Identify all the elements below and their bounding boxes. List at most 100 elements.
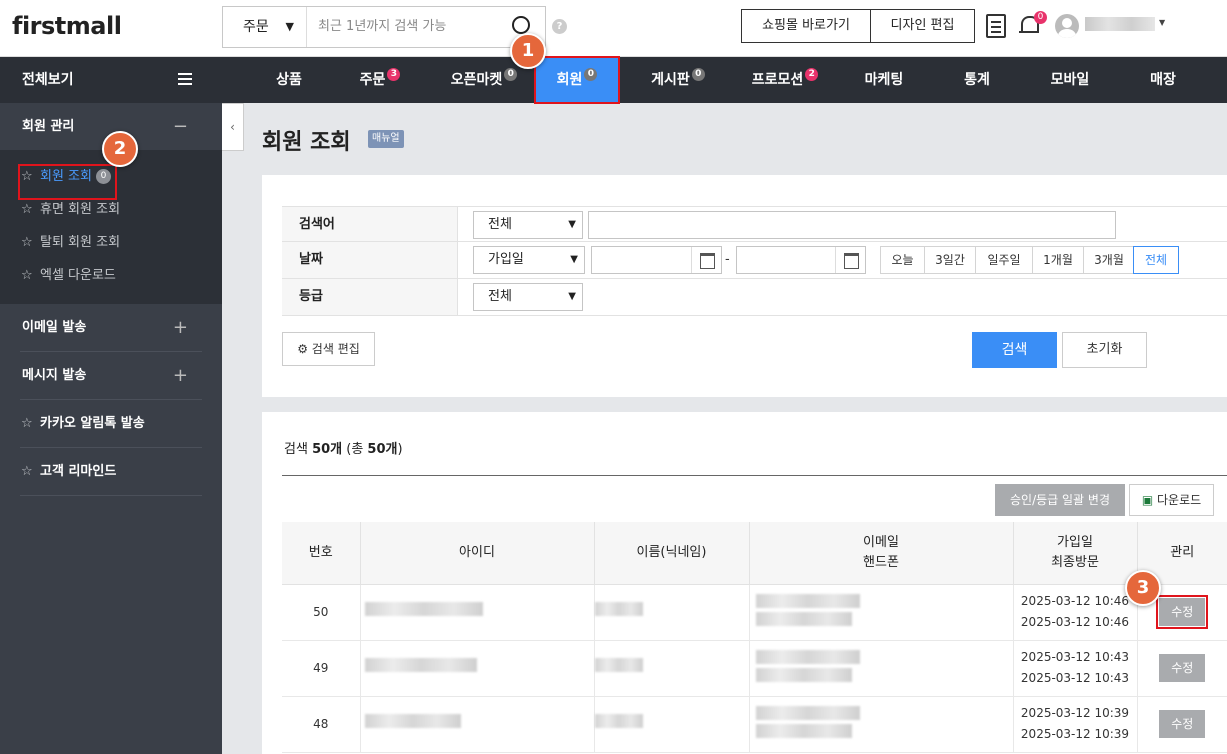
search-input[interactable]: 최근 1년까지 검색 가능 <box>318 7 446 47</box>
divider <box>282 475 1227 476</box>
date-start-input[interactable] <box>591 246 722 274</box>
cell-name <box>593 584 749 641</box>
nav-item-product[interactable]: 상품 <box>252 57 326 103</box>
nav-item-board[interactable]: 게시판 0 <box>638 57 718 103</box>
download-button[interactable]: ▣ 다운로드 <box>1129 484 1214 516</box>
all-view-button[interactable]: 전체보기 <box>0 57 222 103</box>
range-3days[interactable]: 3일간 <box>924 246 976 274</box>
filter-row-grade: 등급 전체 ▼ <box>282 279 1227 316</box>
member-table: 번호 아이디 이름(닉네임) 이메일 핸드폰 가입일 최종방문 관리 50 2025… <box>282 522 1227 753</box>
document-icon[interactable] <box>986 14 1006 38</box>
nav-badge: 2 <box>805 68 819 81</box>
avatar[interactable] <box>1055 14 1079 38</box>
keyword-input[interactable] <box>588 211 1116 239</box>
star-icon[interactable]: ☆ <box>21 448 33 495</box>
search-button[interactable]: 검색 <box>972 332 1057 368</box>
range-3months[interactable]: 3개월 <box>1083 246 1135 274</box>
main-nav: 전체보기 상품 주문 3 오픈마켓 0 회원 0 게시판 0 프로모션 2 마케팅 통계 … <box>0 56 1227 104</box>
blurred-text <box>364 713 461 728</box>
table-row: 50 2025-03-12 10:46 2025-03-12 10:46 수정 <box>282 584 1227 641</box>
filter-row-date: 날짜 가입일 ▼ - 오늘 3일간 일주일 1개월 3개월 전체 <box>282 242 1227 279</box>
star-icon[interactable]: ☆ <box>21 226 33 259</box>
nav-badge: 0 <box>504 68 518 81</box>
logo[interactable]: firstmall <box>12 12 122 40</box>
reset-button[interactable]: 초기화 <box>1062 332 1147 368</box>
excel-icon: ▣ <box>1141 493 1157 507</box>
username-blurred[interactable] <box>1085 17 1155 31</box>
edit-button[interactable]: 수정 <box>1156 595 1209 629</box>
filter-label: 검색어 <box>282 207 458 241</box>
chevron-down-icon: ▼ <box>568 291 576 302</box>
chevron-down-icon[interactable]: ▼ <box>1159 18 1165 27</box>
help-icon[interactable]: ? <box>552 19 567 34</box>
page-title: 회원 조회 <box>262 130 351 155</box>
grade-select[interactable]: 전체 ▼ <box>473 283 583 311</box>
keyword-scope-select[interactable]: 전체 ▼ <box>473 211 583 239</box>
cell-id <box>359 696 594 753</box>
sidebar-group-email[interactable]: 이메일 발송 + <box>0 304 222 351</box>
cell-no: 48 <box>282 696 360 753</box>
date-end-input[interactable] <box>736 246 866 274</box>
edit-button[interactable]: 수정 <box>1159 710 1206 738</box>
blurred-text <box>755 724 852 738</box>
manual-badge[interactable]: 매뉴얼 <box>368 130 404 148</box>
calendar-icon[interactable] <box>691 247 721 273</box>
sidebar-collapse-button[interactable]: ‹ <box>222 103 244 151</box>
top-bar: firstmall 주문 ▼ 최근 1년까지 검색 가능 ? 쇼핑몰 바로가기 디… <box>0 0 1227 57</box>
cell-email-phone <box>748 584 1013 641</box>
plus-icon[interactable]: + <box>173 304 188 351</box>
col-joined-visit: 가입일 최종방문 <box>1012 522 1137 585</box>
cell-email-phone <box>748 696 1013 753</box>
cell-dates: 2025-03-12 10:43 2025-03-12 10:43 <box>1012 640 1137 697</box>
step-marker-2: 2 <box>102 131 138 167</box>
range-all[interactable]: 전체 <box>1133 246 1179 274</box>
date-type-select[interactable]: 가입일 ▼ <box>473 246 585 274</box>
search-icon[interactable] <box>512 16 530 34</box>
col-name: 이름(닉네임) <box>593 522 749 585</box>
blurred-text <box>594 601 643 616</box>
cell-dates: 2025-03-12 10:39 2025-03-12 10:39 <box>1012 696 1137 753</box>
range-today[interactable]: 오늘 <box>880 246 925 274</box>
sidebar-item-excel[interactable]: ☆ 엑셀 다운로드 <box>0 259 222 292</box>
star-icon[interactable]: ☆ <box>21 259 33 292</box>
gear-icon: ⚙ <box>297 342 312 356</box>
range-week[interactable]: 일주일 <box>975 246 1033 274</box>
sidebar-item-withdrawn[interactable]: ☆ 탈퇴 회원 조회 <box>0 226 222 259</box>
nav-item-stats[interactable]: 통계 <box>942 57 1012 103</box>
sidebar-group-message[interactable]: 메시지 발송 + <box>0 352 222 399</box>
notification-badge: 0 <box>1034 11 1047 24</box>
calendar-icon[interactable] <box>835 247 865 273</box>
nav-item-marketing[interactable]: 마케팅 <box>848 57 920 103</box>
search-scope-select[interactable]: 주문 ▼ <box>223 7 307 47</box>
bulk-change-button[interactable]: 승인/등급 일괄 변경 <box>995 484 1125 516</box>
filter-label: 등급 <box>282 279 458 315</box>
sidebar: 회원 관리 − ☆ 회원 조회 0 ☆ 휴면 회원 조회 ☆ 탈퇴 회원 조회 ☆ 엑셀 다… <box>0 103 222 754</box>
sidebar-item-kakao[interactable]: ☆ 카카오 알림톡 발송 <box>0 400 222 447</box>
sidebar-item-remind[interactable]: ☆ 고객 리마인드 <box>0 448 222 495</box>
blurred-text <box>755 594 860 608</box>
nav-item-store[interactable]: 매장 <box>1127 57 1199 103</box>
nav-item-mobile[interactable]: 모바일 <box>1033 57 1107 103</box>
star-icon[interactable]: ☆ <box>21 400 33 447</box>
nav-item-promotion[interactable]: 프로모션 2 <box>738 57 832 103</box>
col-no: 번호 <box>282 522 360 585</box>
nav-item-member[interactable]: 회원 0 <box>534 56 620 104</box>
plus-icon[interactable]: + <box>173 352 188 399</box>
cell-no: 50 <box>282 584 360 641</box>
range-1month[interactable]: 1개월 <box>1032 246 1084 274</box>
cell-manage: 수정 <box>1136 696 1227 753</box>
edit-search-button[interactable]: ⚙ 검색 편집 <box>282 332 375 366</box>
step-marker-3: 3 <box>1125 570 1161 606</box>
nav-item-order[interactable]: 주문 3 <box>340 57 420 103</box>
cell-name <box>593 696 749 753</box>
table-row: 49 2025-03-12 10:43 2025-03-12 10:43 수정 <box>282 640 1227 697</box>
edit-button[interactable]: 수정 <box>1159 654 1206 682</box>
chevron-down-icon: ▼ <box>285 20 294 33</box>
blurred-text <box>364 657 477 672</box>
menu-icon <box>178 73 192 75</box>
design-edit-button[interactable]: 디자인 편집 <box>870 9 975 43</box>
blurred-text <box>755 668 852 682</box>
shop-link-button[interactable]: 쇼핑몰 바로가기 <box>741 9 871 43</box>
global-search: 주문 ▼ 최근 1년까지 검색 가능 <box>222 6 546 48</box>
minus-icon[interactable]: − <box>173 103 188 150</box>
